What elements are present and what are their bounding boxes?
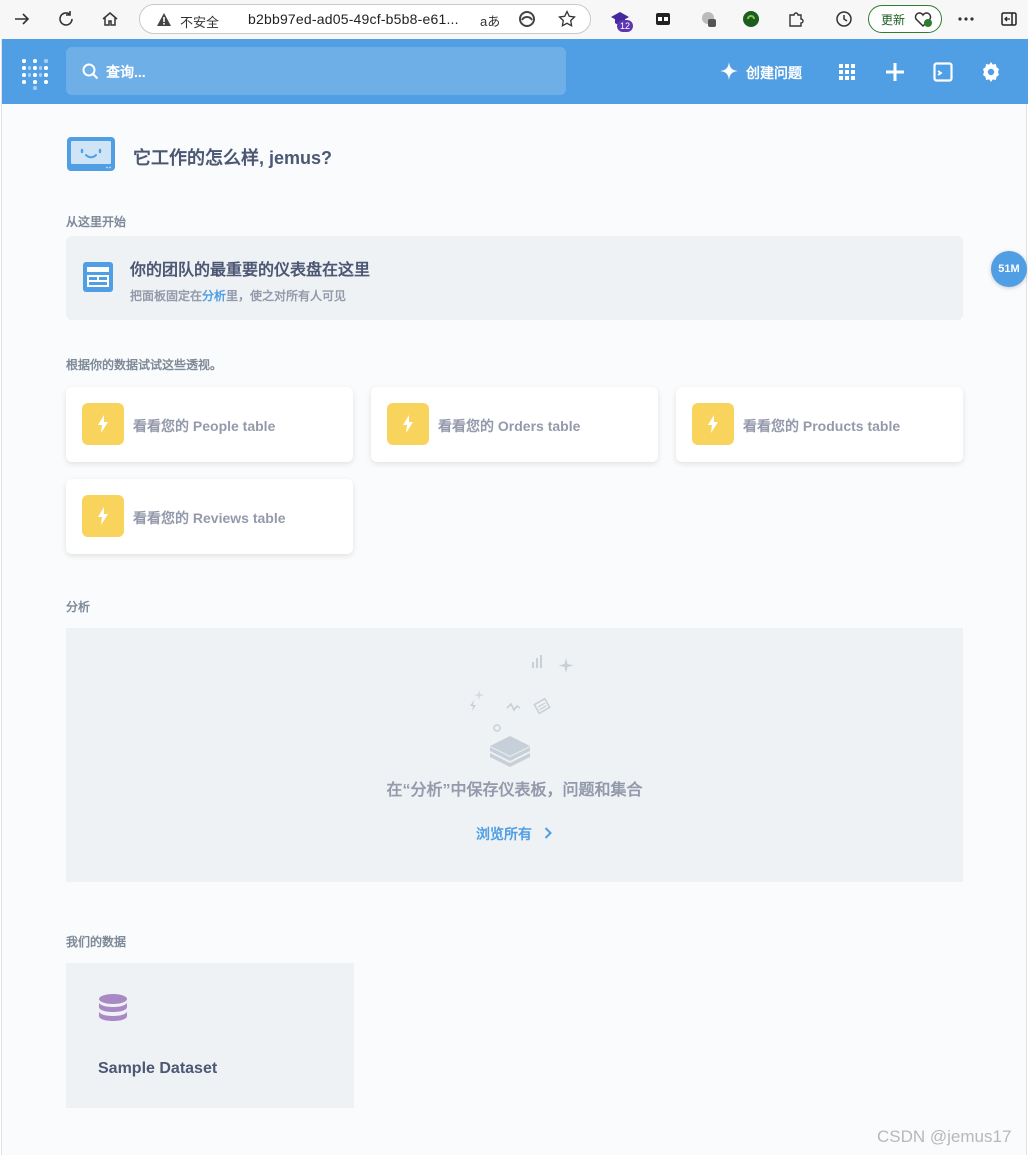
- extensions-puzzle-icon[interactable]: [785, 8, 807, 30]
- search-icon: [82, 63, 99, 80]
- xray-card-reviews[interactable]: 看看您的 Reviews table: [66, 479, 353, 554]
- forward-icon[interactable]: [11, 8, 33, 30]
- metabase-app: 查询... 创建问题 它工作的怎么样, jemus? 从这里开始 你的团队的最重…: [1, 39, 1028, 1155]
- extension-globe-icon[interactable]: [698, 8, 720, 30]
- update-label: 更新: [881, 12, 906, 27]
- settings-gear-icon[interactable]: [980, 61, 1002, 83]
- dashboard-icon: [82, 261, 114, 293]
- history-icon[interactable]: [833, 8, 855, 30]
- start-here-heading: 从这里开始: [66, 215, 127, 229]
- add-icon[interactable]: [884, 61, 906, 83]
- heartbeat-icon: [913, 10, 933, 31]
- search-bar[interactable]: 查询...: [66, 47, 566, 95]
- home-icon[interactable]: [99, 8, 121, 30]
- sample-dataset-card[interactable]: Sample Dataset: [66, 963, 354, 1108]
- bolt-icon: [82, 403, 124, 445]
- analysis-heading: 分析: [66, 600, 91, 614]
- pin-sub-before: 把面板固定在: [130, 289, 203, 303]
- greeting-monitor-icon: [66, 136, 116, 172]
- xray-card-products[interactable]: 看看您的 Products table: [676, 387, 963, 462]
- search-input[interactable]: 查询...: [106, 62, 146, 82]
- our-data-heading: 我们的数据: [66, 935, 127, 949]
- dataset-name: Sample Dataset: [98, 1060, 218, 1077]
- greeting-title: 它工作的怎么样, jemus?: [133, 148, 333, 168]
- pin-dashboard-panel: 你的团队的最重要的仪表盘在这里 把面板固定在分析里，使之对所有人可见: [66, 236, 963, 320]
- xray-card-label: 看看您的 Products table: [743, 418, 901, 434]
- new-question-button[interactable]: 创建问题: [720, 61, 802, 85]
- new-question-label: 创建问题: [746, 65, 802, 81]
- xray-card-label: 看看您的 Orders table: [438, 418, 581, 434]
- sparkle-icon: [720, 61, 738, 85]
- address-bar[interactable]: 不安全 b2bb97ed-ad05-49cf-b5b8-e61... aあ: [139, 4, 591, 34]
- extension-shield-icon[interactable]: [740, 8, 762, 30]
- browse-all-link[interactable]: 浏览所有: [476, 824, 552, 844]
- apps-grid-icon[interactable]: [836, 61, 858, 83]
- xray-card-label: 看看您的 Reviews table: [133, 510, 286, 526]
- star-icon[interactable]: [556, 8, 578, 30]
- metabase-logo-icon[interactable]: [22, 59, 48, 90]
- xray-card-orders[interactable]: 看看您的 Orders table: [371, 387, 658, 462]
- pin-sub-after: 里，使之对所有人可见: [226, 289, 347, 303]
- empty-collection-illustration-icon: [462, 648, 582, 768]
- bolt-icon: [692, 403, 734, 445]
- security-label[interactable]: 不安全: [180, 12, 219, 31]
- edge-icon[interactable]: [516, 8, 538, 30]
- analysis-empty-message: 在“分析”中保存仪表板，问题和集合: [386, 782, 643, 799]
- url-text[interactable]: b2bb97ed-ad05-49cf-b5b8-e61...: [248, 11, 459, 27]
- analysis-link[interactable]: 分析: [202, 289, 226, 303]
- xray-card-people[interactable]: 看看您的 People table: [66, 387, 353, 462]
- pin-panel-subtitle: 把面板固定在分析里，使之对所有人可见: [130, 287, 346, 304]
- sidebar-toggle-icon[interactable]: [998, 8, 1020, 30]
- more-icon[interactable]: [955, 8, 977, 30]
- update-button[interactable]: 更新: [868, 5, 942, 33]
- browse-all-label: 浏览所有: [476, 826, 532, 842]
- read-aloud-button[interactable]: aあ: [480, 11, 500, 30]
- bolt-icon: [387, 403, 429, 445]
- xray-heading: 根据你的数据试试这些透视。: [66, 358, 223, 372]
- sql-editor-icon[interactable]: [932, 61, 954, 83]
- extension-badge: 12: [617, 20, 634, 32]
- bolt-icon: [82, 495, 124, 537]
- analysis-empty-state: 在“分析”中保存仪表板，问题和集合 浏览所有: [66, 628, 963, 882]
- extension-film-icon[interactable]: [652, 8, 674, 30]
- csdn-watermark: CSDN @jemus17: [877, 1127, 1012, 1146]
- warning-icon[interactable]: [156, 12, 172, 28]
- reload-icon[interactable]: [55, 8, 77, 30]
- browser-toolbar: 不安全 b2bb97ed-ad05-49cf-b5b8-e61... aあ 12…: [0, 0, 1028, 39]
- app-header: 查询... 创建问题: [2, 39, 1028, 104]
- database-icon: [97, 993, 129, 1025]
- pin-panel-title: 你的团队的最重要的仪表盘在这里: [130, 262, 371, 279]
- chevron-right-icon: [544, 826, 552, 842]
- xray-card-label: 看看您的 People table: [133, 418, 276, 434]
- floating-badge[interactable]: 51M: [991, 251, 1027, 287]
